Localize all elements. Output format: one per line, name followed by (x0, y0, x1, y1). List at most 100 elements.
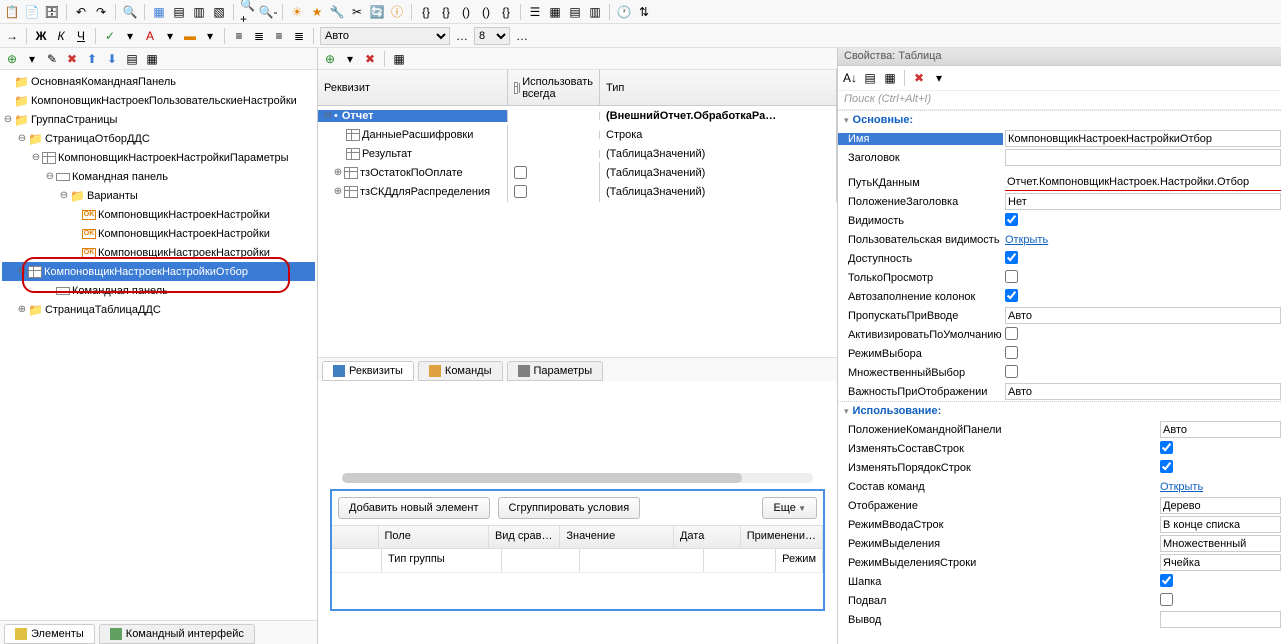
edit-icon[interactable]: ✎ (44, 51, 60, 67)
tree2-icon[interactable]: ▦ (144, 51, 160, 67)
find-icon[interactable]: 🔍 (122, 4, 138, 20)
path-input[interactable] (1005, 174, 1281, 191)
size-select[interactable]: 8 (474, 27, 510, 45)
tab-requisites[interactable]: Реквизиты (322, 361, 414, 381)
visibility-check[interactable] (1005, 213, 1018, 226)
code2-icon[interactable]: ▦ (547, 4, 563, 20)
add-req-icon[interactable]: ⊕ (322, 51, 338, 67)
activate-check[interactable] (1005, 327, 1018, 340)
filter-row[interactable]: Тип группы Режим (332, 549, 823, 573)
highlight-icon[interactable]: ▬ (182, 28, 198, 44)
align-left-icon[interactable]: ≡ (231, 28, 247, 44)
bold-icon[interactable]: Ж (33, 28, 49, 44)
add-element-button[interactable]: Добавить новый элемент (338, 497, 490, 519)
tab-commands[interactable]: Команды (418, 361, 503, 381)
tree-item[interactable]: ⊖📁СтраницаОтборДДС (2, 129, 315, 148)
multisel-check[interactable] (1005, 365, 1018, 378)
cut-icon[interactable]: ✂ (349, 4, 365, 20)
changerows-check[interactable] (1160, 441, 1173, 454)
req-row[interactable]: ⊖•Отчет (ВнешнийОтчет.ОбработкаРа… (318, 106, 837, 125)
clock-icon[interactable]: 🕐 (616, 4, 632, 20)
dropdown1-icon[interactable]: ▾ (122, 28, 138, 44)
sort-icon[interactable]: ⇅ (636, 4, 652, 20)
readonly-check[interactable] (1005, 270, 1018, 283)
uservis-link[interactable]: Открыть (1005, 234, 1048, 246)
inputmode-input[interactable] (1160, 516, 1281, 533)
bracket4-icon[interactable]: () (478, 4, 494, 20)
header-check[interactable] (1160, 574, 1173, 587)
ellipsis1-icon[interactable]: … (454, 28, 470, 44)
bracket5-icon[interactable]: {} (498, 4, 514, 20)
sort-az-icon[interactable]: A↓ (842, 70, 858, 86)
selmode-input[interactable] (1160, 535, 1281, 552)
bracket3-icon[interactable]: () (458, 4, 474, 20)
cat-icon[interactable]: ▤ (862, 70, 878, 86)
db-icon[interactable]: 🗄 (44, 4, 60, 20)
bracket2-icon[interactable]: {} (438, 4, 454, 20)
tree-item[interactable]: OKКомпоновщикНастроекНастройки (2, 243, 315, 262)
skip-input[interactable] (1005, 307, 1281, 324)
tree-item[interactable]: OKКомпоновщикНастроекНастройки (2, 224, 315, 243)
down-icon[interactable]: ▾ (24, 51, 40, 67)
zoom-out-icon[interactable]: 🔍- (260, 4, 276, 20)
arrow-icon[interactable]: → (4, 28, 20, 44)
autocol-check[interactable] (1005, 289, 1018, 302)
display-input[interactable] (1160, 497, 1281, 514)
name-input[interactable] (1005, 130, 1281, 147)
section-usage[interactable]: Использование: (838, 401, 1281, 420)
help-icon[interactable]: ⓘ (389, 4, 405, 20)
h-scrollbar[interactable] (342, 473, 813, 483)
use-always-check[interactable] (514, 185, 527, 198)
sun-icon[interactable]: ☀ (289, 4, 305, 20)
paste-icon[interactable]: 📄 (24, 4, 40, 20)
star-icon[interactable]: ★ (309, 4, 325, 20)
tab-cmd-interface[interactable]: Командный интерфейс (99, 624, 255, 644)
rowsel-input[interactable] (1160, 554, 1281, 571)
move-up-icon[interactable]: ⬆ (84, 51, 100, 67)
tree-item[interactable]: OKКомпоновщикНастроекНастройки (2, 205, 315, 224)
props-search[interactable]: Поиск (Ctrl+Alt+I) (838, 90, 1281, 110)
tree-icon[interactable]: ▤ (124, 51, 140, 67)
align-right-icon[interactable]: ≡ (271, 28, 287, 44)
tree-item[interactable]: Командная панель (2, 281, 315, 300)
title-input[interactable] (1005, 149, 1281, 166)
req-row[interactable]: ДанныеРасшифровки Строка (318, 125, 837, 144)
underline-icon[interactable]: Ч (73, 28, 89, 44)
tree-item[interactable]: 📁ОсновнаяКоманднаяПанель (2, 72, 315, 91)
bracket1-icon[interactable]: {} (418, 4, 434, 20)
layout3-icon[interactable]: ▧ (211, 4, 227, 20)
importance-input[interactable] (1005, 383, 1281, 400)
ellipsis2-icon[interactable]: … (514, 28, 530, 44)
tree-item[interactable]: 📁КомпоновщикНастроекПользовательскиеНаст… (2, 91, 315, 110)
tab-elements[interactable]: Элементы (4, 624, 95, 644)
dropdown3-icon[interactable]: ▾ (202, 28, 218, 44)
code1-icon[interactable]: ☰ (527, 4, 543, 20)
more-button[interactable]: Еще (762, 497, 817, 519)
footer-check[interactable] (1160, 593, 1173, 606)
close-icon[interactable]: ✖ (911, 70, 927, 86)
tree-item[interactable]: ⊕📁СтраницаТаблицаДДС (2, 300, 315, 319)
font-select[interactable]: Авто (320, 27, 450, 45)
col-icon[interactable]: ▦ (391, 51, 407, 67)
access-check[interactable] (1005, 251, 1018, 264)
titlepos-input[interactable] (1005, 193, 1281, 210)
use-always-check[interactable] (514, 166, 527, 179)
color-icon[interactable]: A (142, 28, 158, 44)
section-main[interactable]: Основные: (838, 110, 1281, 129)
changeorder-check[interactable] (1160, 460, 1173, 473)
dropdown2-icon[interactable]: ▾ (162, 28, 178, 44)
tree-item[interactable]: ⊖Командная панель (2, 167, 315, 186)
move-down-icon[interactable]: ⬇ (104, 51, 120, 67)
req-row[interactable]: ⊕тзОстатокПоОплате (ТаблицаЗначений) (318, 163, 837, 182)
align-just-icon[interactable]: ≣ (291, 28, 307, 44)
align-center-icon[interactable]: ≣ (251, 28, 267, 44)
cmdpos-input[interactable] (1160, 421, 1281, 438)
delete-icon[interactable]: ✖ (64, 51, 80, 67)
tab-params[interactable]: Параметры (507, 361, 604, 381)
add-icon[interactable]: ⊕ (4, 51, 20, 67)
undo-icon[interactable]: ↶ (73, 4, 89, 20)
add-sub-icon[interactable]: ▾ (342, 51, 358, 67)
group-conditions-button[interactable]: Сгруппировать условия (498, 497, 641, 519)
del-req-icon[interactable]: ✖ (362, 51, 378, 67)
italic-icon[interactable]: К (53, 28, 69, 44)
